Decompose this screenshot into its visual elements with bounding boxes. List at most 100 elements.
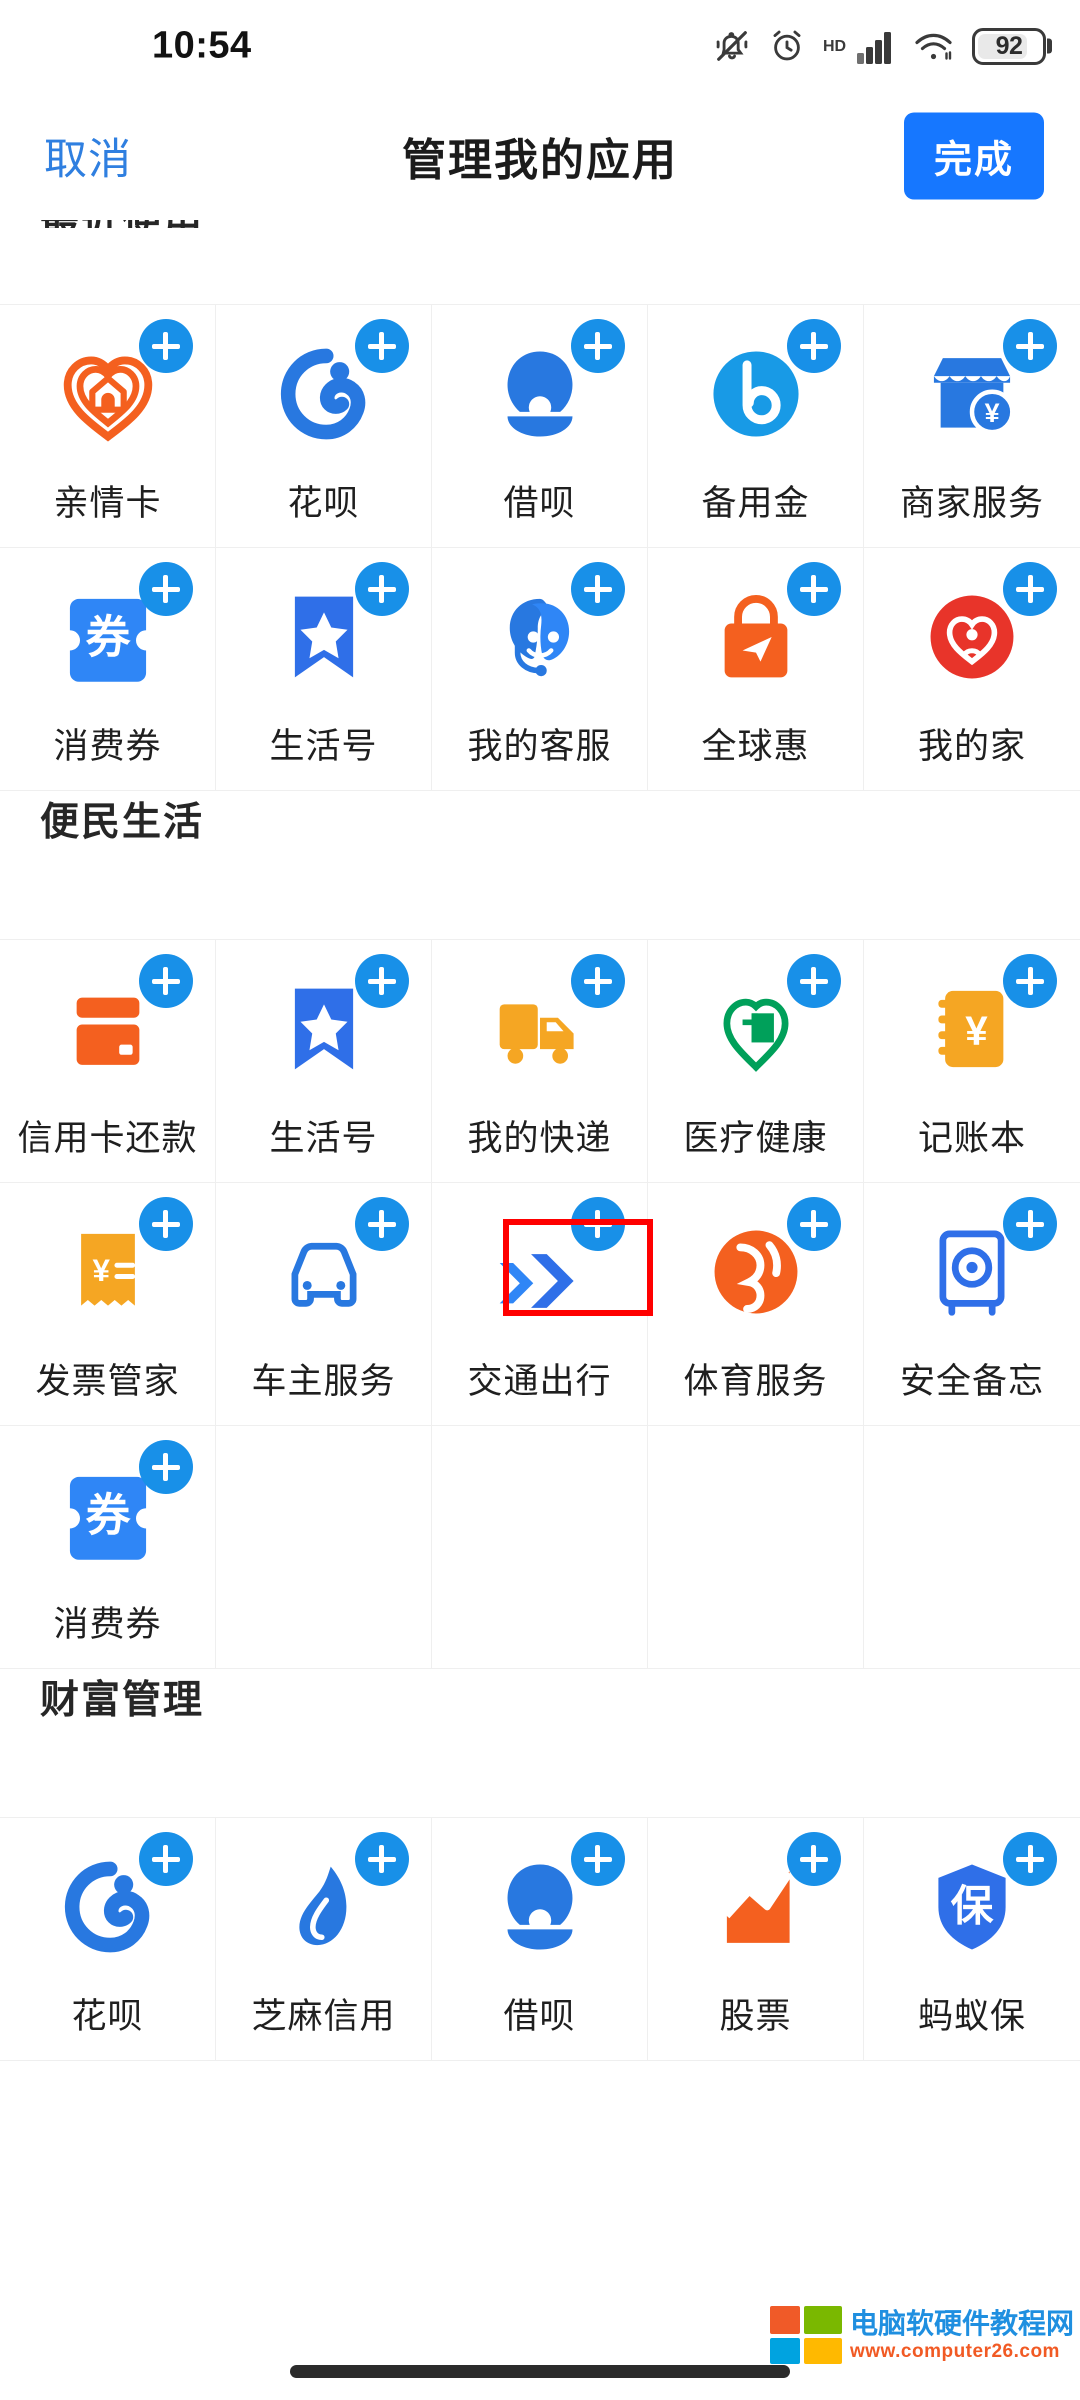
home-indicator[interactable] <box>290 2365 790 2378</box>
add-app-button[interactable] <box>354 1832 409 1886</box>
global-deals-icon <box>697 562 841 696</box>
add-app-button[interactable] <box>138 954 193 1008</box>
app-label: 体育服务 <box>683 1362 828 1401</box>
app-label: 交通出行 <box>467 1362 612 1401</box>
sports-service-icon <box>697 1197 841 1331</box>
app-grid-item[interactable]: 交通出行 <box>432 1183 653 1426</box>
app-list-scroll-area[interactable]: 最近使用 亲情卡 花呗 借呗 备用金 ¥商家服务 券消费券 生活号 我的客服 <box>0 220 1080 2400</box>
watermark: 电脑软硬件教程网 www.computer26.com <box>769 2306 1074 2364</box>
add-app-button[interactable] <box>786 954 841 1008</box>
bell-mute-icon <box>713 27 751 65</box>
svg-text:保: 保 <box>951 1882 994 1930</box>
app-label: 我的快递 <box>467 1119 612 1158</box>
app-grid-item[interactable]: 生活号 <box>216 940 432 1183</box>
cancel-button[interactable]: 取消 <box>44 125 132 187</box>
add-app-button[interactable] <box>354 1197 409 1251</box>
add-app-button[interactable] <box>1003 1832 1057 1886</box>
app-grid-item[interactable]: 我的客服 <box>432 548 648 791</box>
add-app-button[interactable] <box>354 562 409 616</box>
app-label: 花呗 <box>287 484 360 523</box>
app-grid-item[interactable]: 花呗 <box>216 305 432 548</box>
app-grid-item[interactable]: 花呗 <box>0 1818 216 2061</box>
svg-text:HD: HD <box>823 38 846 55</box>
status-bar-clock: 10:54 <box>152 24 252 67</box>
app-grid-item[interactable]: ¥ 记账本 <box>864 940 1080 1183</box>
add-app-button[interactable] <box>1003 1197 1057 1251</box>
app-grid: 亲情卡 花呗 借呗 备用金 ¥ 商家服务 券消费券 生活号 我的客服 全球惠 我… <box>0 304 1080 791</box>
app-grid-item[interactable]: 股票 <box>648 1818 864 2061</box>
app-grid: 花呗 芝麻信用 借呗 股票 保蚂蚁保 <box>0 1817 1080 2061</box>
app-label: 备用金 <box>701 484 810 523</box>
add-app-button[interactable] <box>354 319 409 373</box>
app-label: 我的家 <box>917 727 1026 766</box>
app-grid-item[interactable]: 生活号 <box>216 548 432 791</box>
add-app-button[interactable] <box>138 1832 193 1886</box>
app-grid-item[interactable]: 保蚂蚁保 <box>864 1818 1080 2061</box>
add-app-button[interactable] <box>786 562 841 616</box>
section-title: 最近使用 <box>0 220 1080 228</box>
add-app-button[interactable] <box>786 319 841 373</box>
add-app-button[interactable] <box>1003 562 1057 616</box>
windows-logo-icon <box>769 2306 842 2364</box>
status-bar: 10:54 HD 92 <box>0 0 1080 92</box>
app-grid-item[interactable]: 安全备忘 <box>864 1183 1080 1426</box>
life-account-icon <box>265 562 409 696</box>
add-app-button[interactable] <box>786 1832 841 1886</box>
add-app-button[interactable] <box>786 1197 841 1251</box>
jiebei-icon <box>481 1832 625 1966</box>
app-label: 消费券 <box>53 1605 162 1644</box>
my-home-icon <box>913 562 1057 696</box>
app-grid-item[interactable]: 借呗 <box>432 305 648 548</box>
app-grid-empty-slot <box>216 1426 432 1669</box>
add-app-button[interactable] <box>570 954 625 1008</box>
app-grid-item[interactable]: 车主服务 <box>216 1183 432 1426</box>
add-app-button[interactable] <box>570 562 625 616</box>
add-app-button[interactable] <box>138 319 193 373</box>
security-memo-icon <box>913 1197 1057 1331</box>
watermark-url: www.computer26.com <box>849 2340 1060 2362</box>
section-title: 便民生活 <box>40 801 205 844</box>
app-grid-item[interactable]: 全球惠 <box>648 548 864 791</box>
app-grid-empty-slot <box>648 1426 864 1669</box>
app-grid-item[interactable]: 亲情卡 <box>0 305 216 548</box>
app-label: 生活号 <box>269 727 378 766</box>
add-app-button[interactable] <box>138 1197 193 1251</box>
watermark-site-name: 电脑软硬件教程网 <box>849 2307 1074 2339</box>
add-app-button[interactable] <box>1003 319 1057 373</box>
app-grid-item[interactable]: 芝麻信用 <box>216 1818 432 2061</box>
app-grid-item[interactable]: 我的家 <box>864 548 1080 791</box>
add-app-button[interactable] <box>1003 954 1057 1008</box>
app-grid-item[interactable]: 医疗健康 <box>648 940 864 1183</box>
app-grid-item[interactable]: 备用金 <box>648 305 864 548</box>
app-grid-item[interactable]: 我的快递 <box>432 940 648 1183</box>
nav-bar: 取消 管理我的应用 完成 <box>0 92 1080 220</box>
app-grid-item[interactable]: 体育服务 <box>648 1183 864 1426</box>
app-grid-item[interactable]: 券消费券 <box>0 1426 216 1669</box>
add-app-button[interactable] <box>354 954 409 1008</box>
add-app-button[interactable] <box>138 562 193 616</box>
app-grid-item[interactable]: 信用卡还款 <box>0 940 216 1183</box>
app-grid-item[interactable]: 借呗 <box>432 1818 648 2061</box>
alarm-clock-icon <box>768 27 806 65</box>
svg-text:券: 券 <box>85 1491 131 1541</box>
add-app-button[interactable] <box>138 1440 193 1494</box>
app-grid-item[interactable]: 券消费券 <box>0 548 216 791</box>
app-label: 借呗 <box>503 484 576 523</box>
app-label: 我的客服 <box>467 727 612 766</box>
app-label: 花呗 <box>71 1997 144 2036</box>
svg-text:¥: ¥ <box>965 1008 988 1054</box>
add-app-button[interactable] <box>570 1832 625 1886</box>
app-grid-item[interactable]: ¥ 商家服务 <box>864 305 1080 548</box>
app-label: 亲情卡 <box>53 484 162 523</box>
merchant-service-icon: ¥ <box>913 319 1057 453</box>
life-account-icon <box>265 954 409 1088</box>
done-button[interactable]: 完成 <box>903 112 1044 200</box>
add-app-button[interactable] <box>570 319 625 373</box>
app-grid-item[interactable]: ¥ 发票管家 <box>0 1183 216 1426</box>
app-grid-empty-slot <box>432 1426 648 1669</box>
section-title: 财富管理 <box>40 1679 205 1722</box>
add-app-button[interactable] <box>570 1197 625 1251</box>
app-label: 发票管家 <box>35 1362 180 1401</box>
app-label: 信用卡还款 <box>17 1119 198 1158</box>
